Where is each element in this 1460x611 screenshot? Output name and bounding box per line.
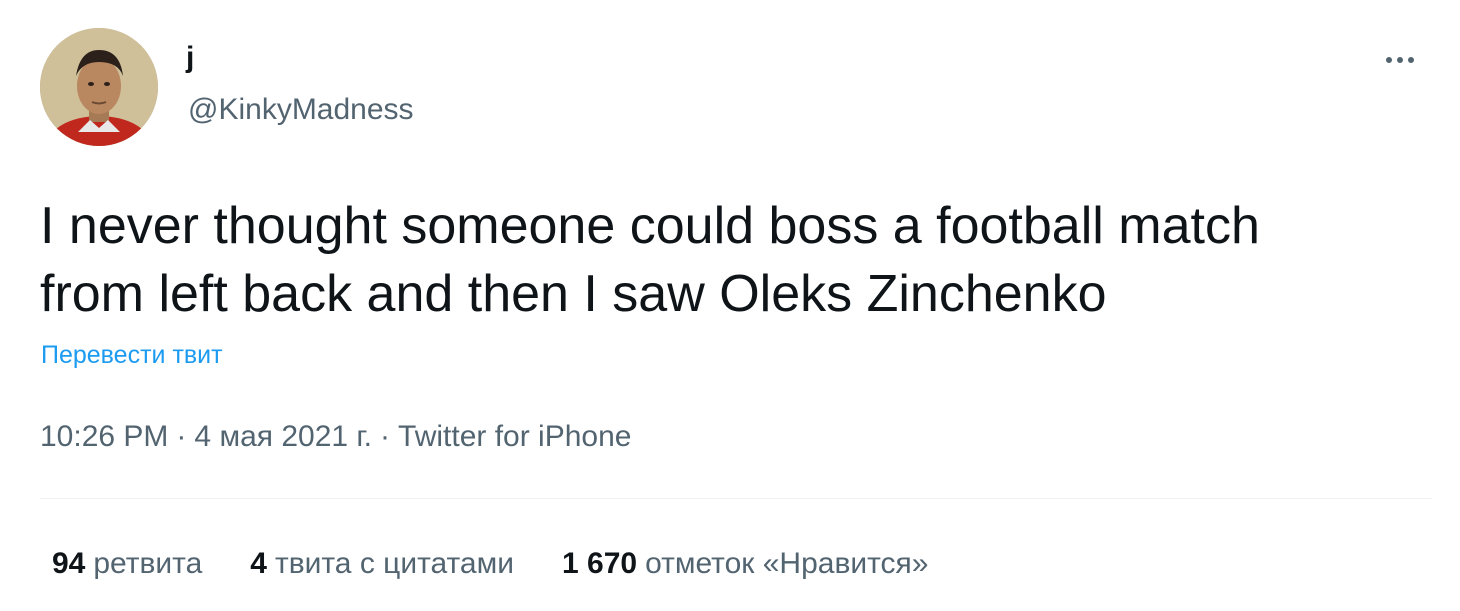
likes-count: 1 670 [562,547,638,580]
retweets-count: 94 [52,547,86,580]
more-horizontal-icon-dot [1397,57,1403,63]
more-options-button[interactable] [1378,44,1422,76]
user-handle[interactable]: @KinkyMadness [188,92,414,128]
tweet-date[interactable]: 4 мая 2021 г. [194,420,372,453]
more-horizontal-icon [1386,57,1392,63]
likes-label: отметок «Нравится» [645,547,929,580]
avatar-image [40,28,158,146]
quote-tweets-label: твита с цитатами [274,547,515,580]
quote-tweets-count: 4 [250,547,267,580]
divider [40,498,1432,499]
tweet-text: I never thought someone could boss a foo… [40,197,1260,323]
likes-stat[interactable]: 1 670 отметок «Нравится» [562,544,928,584]
retweets-stat[interactable]: 94 ретвита [52,544,202,584]
tweet-meta: 10:26 PM · 4 мая 2021 г. · Twitter for iPhon… [40,417,631,457]
meta-separator: · [380,420,391,453]
meta-separator: · [176,420,187,453]
display-name[interactable]: j [186,40,194,76]
quote-tweets-stat[interactable]: 4 твита с цитатами [250,544,514,584]
retweets-label: ретвита [93,547,203,580]
tweet-time[interactable]: 10:26 PM [40,420,168,453]
more-horizontal-icon-dot [1408,57,1414,63]
translate-tweet-link[interactable]: Перевести твит [41,340,223,370]
tweet-stats: 94 ретвита 4 твита с цитатами 1 670 отметок… [52,544,928,584]
tweet-card: j @KinkyMadness I never thought someone … [0,0,1460,611]
tweet-source[interactable]: Twitter for iPhone [398,420,631,453]
avatar[interactable] [40,28,158,146]
